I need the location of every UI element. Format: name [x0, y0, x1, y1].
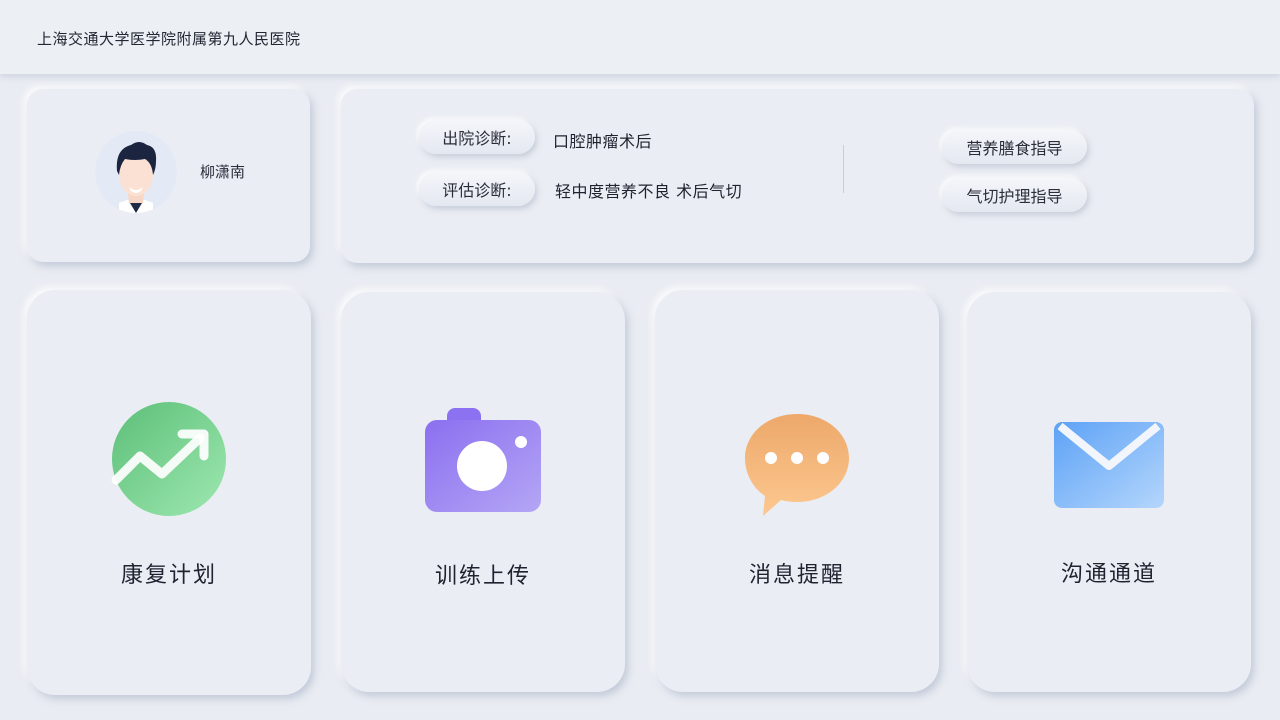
trend-up-icon: [110, 400, 228, 522]
tile-label: 沟通通道: [1060, 562, 1157, 587]
message-reminder-tile[interactable]: 消息提醒: [655, 290, 939, 692]
communication-channel-tile[interactable]: 沟通通道: [967, 292, 1251, 692]
discharge-diagnosis-value: 口腔肿瘤术后: [553, 132, 653, 151]
camera-icon: [423, 406, 543, 518]
tile-label: 康复计划: [120, 563, 217, 588]
assessment-diagnosis-value: 轻中度营养不良 术后气切: [555, 182, 743, 201]
divider: [843, 145, 844, 193]
mail-icon: [1052, 420, 1166, 516]
training-upload-tile[interactable]: 训练上传: [341, 292, 625, 692]
patient-name: 柳潇南: [200, 163, 246, 181]
diagnosis-card: 出院诊断: 口腔肿瘤术后 评估诊断: 轻中度营养不良 术后气切 营养膳食指导 气…: [341, 89, 1254, 263]
assessment-diagnosis-label: 评估诊断:: [419, 172, 535, 206]
hospital-title: 上海交通大学医学院附属第九人民医院: [37, 30, 301, 48]
patient-profile-card[interactable]: 柳潇南: [27, 89, 310, 262]
person-avatar-icon: [95, 131, 177, 213]
nutrition-guide-button[interactable]: 营养膳食指导: [942, 130, 1087, 164]
chat-bubble-icon: [743, 412, 851, 522]
app-header: 上海交通大学医学院附属第九人民医院: [0, 0, 1280, 74]
tile-label: 训练上传: [434, 564, 531, 589]
rehab-plan-tile[interactable]: 康复计划: [27, 290, 311, 695]
tracheostomy-care-guide-button[interactable]: 气切护理指导: [942, 178, 1087, 212]
discharge-diagnosis-label: 出院诊断:: [419, 120, 535, 154]
tile-label: 消息提醒: [748, 563, 845, 588]
